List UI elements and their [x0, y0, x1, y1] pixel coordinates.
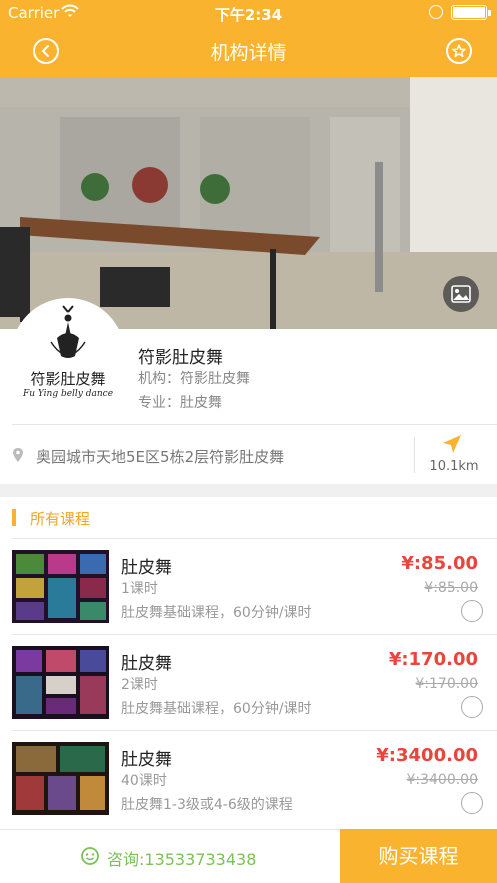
- course-description: 肚皮舞基础课程，60分钟/课时: [121, 701, 312, 717]
- course-name: 肚皮舞: [121, 750, 172, 770]
- navigation-arrow-icon[interactable]: [441, 433, 463, 455]
- location-pin-icon: [13, 448, 23, 462]
- gallery-icon: [451, 285, 471, 303]
- address-separator: [414, 437, 415, 473]
- gallery-button[interactable]: [443, 276, 479, 312]
- course-thumbnail[interactable]: [12, 550, 109, 623]
- org-institution: 机构：符影肚皮舞: [138, 371, 250, 387]
- studio-illustration: [0, 77, 497, 329]
- course-original-price: ¥:170.00: [415, 676, 478, 692]
- course-original-price: ¥:3400.00: [406, 772, 478, 788]
- star-icon: [452, 44, 466, 58]
- course-description: 肚皮舞基础课程，60分钟/课时: [121, 605, 312, 621]
- buy-course-button[interactable]: 购买课程: [340, 829, 497, 883]
- course-price: ¥:170.00: [388, 649, 478, 670]
- course-hours: 1课时: [121, 581, 158, 597]
- status-time: 下午2:34: [214, 6, 283, 24]
- battery-cap: [488, 10, 491, 16]
- chat-icon[interactable]: [80, 846, 100, 866]
- courses-section-title: 所有课程: [30, 510, 91, 528]
- course-select-radio[interactable]: [461, 696, 483, 718]
- favorite-button[interactable]: [446, 38, 472, 64]
- course-select-radio[interactable]: [461, 792, 483, 814]
- course-photo: [12, 550, 109, 623]
- course-divider: [12, 634, 497, 635]
- top-bar: Carrier 下午2:34 机构详情: [0, 0, 497, 77]
- org-specialty: 专业：肚皮舞: [138, 395, 222, 411]
- dancer-icon: [50, 305, 86, 358]
- section-accent-bar: [12, 509, 16, 526]
- course-description: 肚皮舞1-3级或4-6级的课程: [121, 797, 293, 813]
- course-thumbnail[interactable]: [12, 742, 109, 815]
- lock-rotation-icon: [429, 5, 443, 19]
- course-divider: [12, 730, 497, 731]
- course-name: 肚皮舞: [121, 654, 172, 674]
- consult-phone[interactable]: 咨询:13533733438: [107, 846, 256, 870]
- org-divider: [12, 424, 497, 425]
- course-select-radio[interactable]: [461, 600, 483, 622]
- logo-text-en: Fu Ying belly dance: [22, 389, 114, 399]
- org-detail-screen: Carrier 下午2:34 机构详情 符影肚皮舞 Fu Ying belly …: [0, 0, 497, 883]
- org-name: 符影肚皮舞: [138, 348, 223, 368]
- section-divider: [12, 538, 497, 539]
- org-logo: 符影肚皮舞 Fu Ying belly dance: [11, 298, 125, 412]
- studio-photo: [0, 77, 497, 329]
- org-distance: 10.1km: [429, 459, 479, 474]
- course-price: ¥:85.00: [401, 553, 478, 574]
- course-hours: 2课时: [121, 677, 158, 693]
- org-address[interactable]: 奥园城市天地5E区5栋2层符影肚皮舞: [36, 446, 284, 467]
- battery-icon: [451, 5, 487, 20]
- course-photo: [12, 646, 109, 719]
- logo-text-cn: 符影肚皮舞: [30, 370, 106, 388]
- status-bar: Carrier 下午2:34: [0, 0, 497, 26]
- course-hours: 40课时: [121, 773, 167, 789]
- course-photo: [12, 742, 109, 815]
- course-thumbnail[interactable]: [12, 646, 109, 719]
- page-title: 机构详情: [210, 42, 287, 64]
- course-name: 肚皮舞: [121, 558, 172, 578]
- course-original-price: ¥:85.00: [424, 580, 478, 596]
- course-price: ¥:3400.00: [376, 745, 478, 766]
